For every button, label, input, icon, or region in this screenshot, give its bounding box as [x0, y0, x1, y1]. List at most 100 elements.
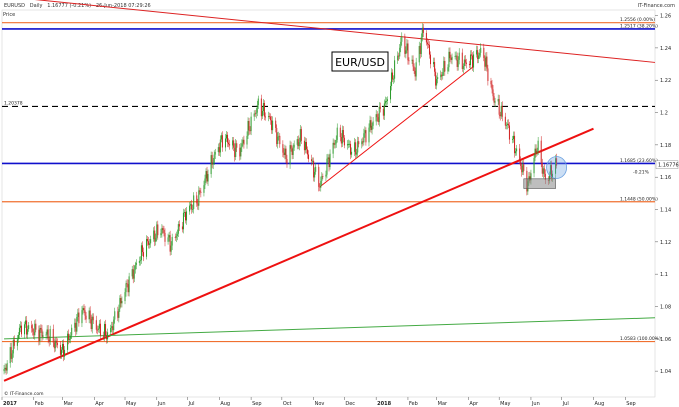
candle-body: [234, 147, 236, 158]
candle-body: [282, 144, 284, 153]
candle-body: [146, 238, 148, 257]
candle-body: [127, 284, 129, 293]
candle-body: [354, 142, 356, 152]
candle-body: [10, 347, 12, 359]
candle-body: [156, 224, 158, 238]
candle-body: [276, 127, 278, 145]
x-tick-label: Dec: [345, 401, 355, 407]
candle-body: [543, 168, 545, 174]
candle-body: [88, 310, 90, 320]
candle-body: [235, 143, 237, 158]
candle-body: [193, 195, 195, 210]
candle-body: [18, 327, 20, 336]
candle-body: [355, 142, 357, 155]
candle-body: [313, 160, 315, 178]
candle-body: [340, 136, 342, 144]
candle-body: [124, 292, 126, 302]
candle-body: [422, 27, 424, 33]
candle-body: [83, 308, 85, 311]
candle-body: [138, 261, 140, 263]
candle-body: [377, 117, 379, 123]
level-label: 1.1685 (23.60%): [620, 158, 658, 164]
candle-body: [512, 139, 514, 140]
candle-body: [490, 80, 492, 85]
candle-body: [325, 174, 327, 177]
candle-body: [198, 190, 200, 206]
candle-body: [243, 139, 245, 145]
candle-body: [448, 51, 450, 68]
candle-body: [111, 326, 113, 328]
y-tick-label: 1.14: [660, 208, 671, 214]
candle-body: [382, 108, 384, 116]
level-label: 1.0583 (100.00%): [620, 336, 661, 342]
candle-body: [171, 236, 173, 246]
candle-body: [59, 345, 61, 355]
x-tick-label: Sep: [626, 401, 635, 407]
candle-body: [82, 308, 84, 311]
y-tick-label: 1.22: [660, 78, 671, 84]
x-tick-label: Oct: [283, 401, 292, 407]
candle-body: [441, 74, 443, 77]
candle-body: [268, 116, 270, 118]
candle-body: [435, 71, 437, 86]
x-tick-label: Aug: [594, 401, 604, 407]
candle-body: [386, 99, 388, 101]
candle-body: [52, 328, 54, 343]
candle-body: [178, 224, 180, 227]
candle-body: [498, 99, 500, 115]
candle-body: [70, 335, 72, 339]
candle-body: [297, 139, 299, 147]
candle-body: [210, 155, 212, 175]
chart-svg: 1.26 1.24 1.22 1.2 1.18 1.16 1.14 1.12 1.1 1.08 1.…: [1, 0, 679, 407]
candle-body: [233, 140, 235, 148]
candle-body: [55, 340, 57, 343]
candle-body: [279, 135, 281, 145]
x-tick-label: May: [126, 401, 136, 407]
candle-body: [293, 144, 295, 148]
candle-body: [477, 50, 479, 59]
current-price-label: 1.16776: [658, 163, 679, 169]
candle-body: [162, 228, 164, 230]
candle-body: [84, 310, 86, 316]
candle-body: [153, 230, 155, 240]
candle-body: [358, 141, 360, 145]
candle-body: [303, 140, 305, 151]
candle-body: [535, 148, 537, 153]
candle-body: [443, 60, 445, 73]
candle-body: [163, 229, 165, 233]
candle-body: [42, 335, 44, 337]
candle-body: [132, 269, 134, 279]
y-tick-label: 1.26: [660, 14, 671, 20]
candle-body: [45, 334, 47, 336]
candle-body: [361, 141, 363, 145]
candle-body: [419, 45, 421, 54]
candle-body: [312, 160, 314, 162]
candle-body: [400, 41, 402, 48]
candle-body: [321, 176, 323, 182]
y-tick-label: 1.24: [660, 46, 671, 52]
candle-body: [540, 140, 542, 163]
y-tick-label: 1.04: [660, 369, 671, 375]
candle-body: [394, 60, 396, 79]
candle-body: [25, 320, 27, 325]
candle-body: [334, 143, 336, 145]
candle-body: [46, 329, 48, 335]
candle-body: [200, 191, 202, 193]
candle-body: [204, 178, 206, 186]
candle-body: [306, 149, 308, 155]
candle-body: [220, 135, 222, 140]
candle-body: [289, 145, 291, 165]
candle-body: [256, 105, 258, 113]
candle-body: [486, 56, 488, 69]
candle-body: [500, 105, 502, 117]
candle-body: [189, 205, 191, 212]
candle-body: [290, 145, 292, 149]
candle-body: [264, 116, 266, 118]
candle-body: [133, 269, 135, 279]
candle-body: [480, 47, 482, 53]
candle-body: [322, 176, 324, 177]
candle-body: [38, 329, 40, 342]
candle-body: [335, 139, 337, 144]
candle-body: [542, 168, 544, 174]
candle-body: [314, 171, 316, 178]
